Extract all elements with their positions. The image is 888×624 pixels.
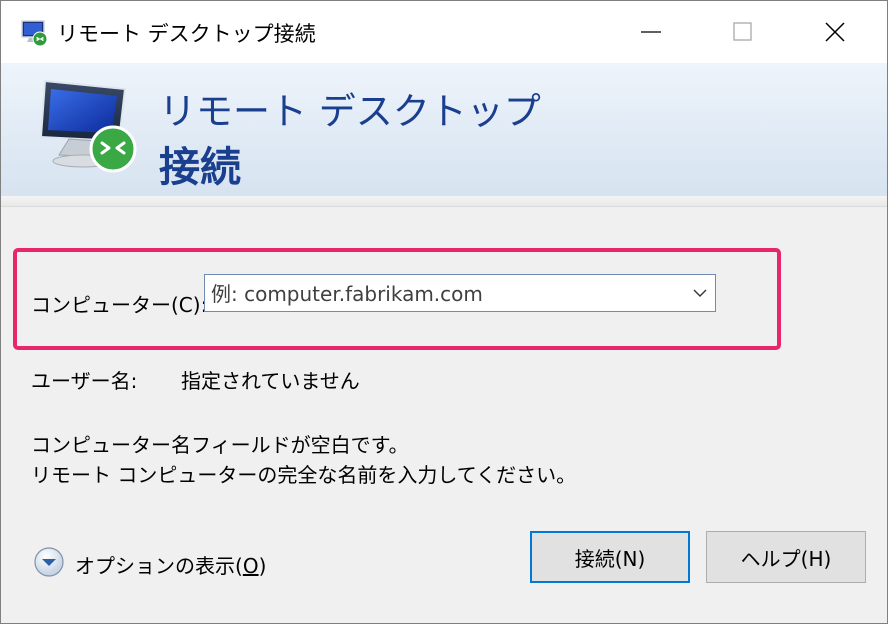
computer-combobox[interactable] bbox=[204, 274, 716, 312]
header-banner: リモート デスクトップ 接続 bbox=[1, 63, 887, 197]
connect-button[interactable]: 接続(N) bbox=[530, 531, 690, 583]
close-button[interactable] bbox=[789, 1, 881, 63]
help-button[interactable]: ヘルプ(H) bbox=[706, 531, 866, 583]
minimize-icon bbox=[641, 31, 661, 33]
remote-desktop-window: リモート デスクトップ接続 リモート デスクトップ 接続 コンピューター(C):… bbox=[0, 0, 888, 624]
computer-input[interactable] bbox=[209, 279, 673, 309]
close-icon bbox=[825, 22, 845, 42]
options-label-prefix: オプションの表示( bbox=[75, 554, 243, 578]
info-message-line2: リモート コンピューターの完全な名前を入力してください。 bbox=[31, 463, 577, 487]
title-bar[interactable]: リモート デスクトップ接続 bbox=[1, 1, 887, 63]
username-label: ユーザー名: bbox=[31, 369, 138, 393]
show-options-label: オプションの表示(O) bbox=[75, 550, 266, 579]
info-message-line1: コンピューター名フィールドが空白です。 bbox=[31, 433, 409, 457]
maximize-icon bbox=[733, 22, 752, 41]
banner-divider bbox=[1, 196, 887, 207]
computer-label: コンピューター(C): bbox=[31, 293, 208, 317]
remote-desktop-icon bbox=[39, 79, 137, 173]
options-label-accesskey: O bbox=[242, 554, 259, 578]
window-title: リモート デスクトップ接続 bbox=[57, 22, 316, 46]
chevron-down-icon[interactable] bbox=[693, 287, 707, 299]
banner-title: リモート デスクトップ bbox=[159, 90, 541, 133]
username-value: 指定されていません bbox=[181, 369, 360, 393]
remote-desktop-icon bbox=[21, 20, 48, 47]
options-label-suffix: ) bbox=[258, 554, 267, 578]
banner-subtitle: 接続 bbox=[159, 143, 241, 191]
expand-circle-icon[interactable] bbox=[33, 546, 65, 578]
maximize-button[interactable] bbox=[697, 1, 789, 63]
minimize-button[interactable] bbox=[605, 1, 697, 63]
